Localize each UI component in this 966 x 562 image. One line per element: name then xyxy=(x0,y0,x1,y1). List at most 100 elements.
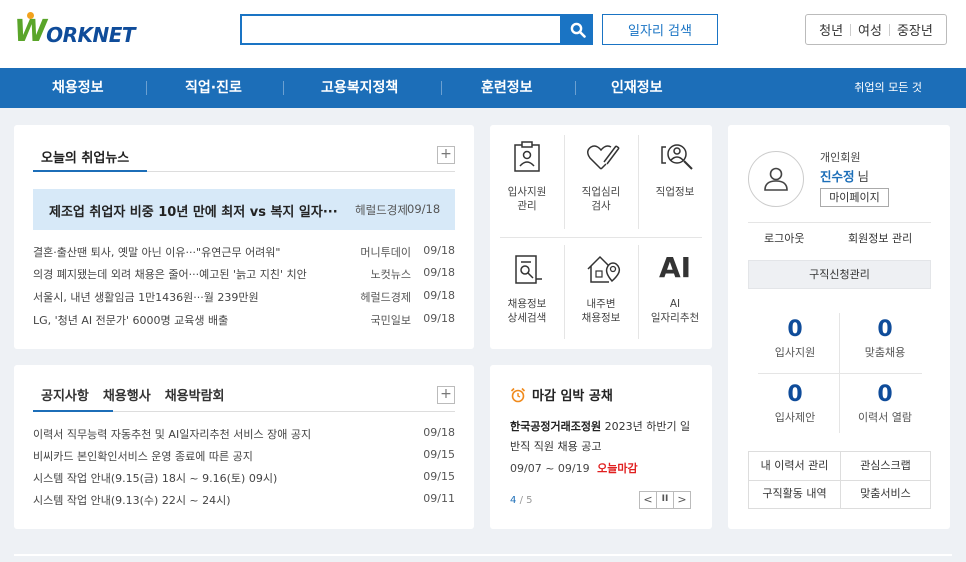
stat-value: 0 xyxy=(787,382,803,407)
deadline-job-posting[interactable]: 한국공정거래조정원 2023년 하반기 일반직 직원 채용 공고 xyxy=(510,417,700,457)
nav-item-talent[interactable]: 인재정보 xyxy=(611,68,663,108)
deadline-title-row: 마감 임박 공채 xyxy=(510,385,613,404)
news-item[interactable]: 의경 폐지됐는데 외려 채용은 줄어···예고된 '늙고 지친' 치안 노컷뉴스… xyxy=(33,266,455,282)
prev-button[interactable]: < xyxy=(639,491,657,509)
stat-label: 맞춤채용 xyxy=(864,346,906,359)
deadline-org: 한국공정거래조정원 xyxy=(510,420,602,433)
news-item-source: 머니투데이 xyxy=(360,246,411,259)
target-middleaged-link[interactable]: 중장년 xyxy=(897,20,933,39)
mypage-button[interactable]: 마이페이지 xyxy=(820,188,889,207)
search-box xyxy=(240,14,562,45)
my-resume-link[interactable]: 내 이력서 관리 xyxy=(749,452,840,480)
job-search-button[interactable]: 일자리 검색 xyxy=(602,14,718,45)
profile-panel: 개인회원 진수정 님 마이페이지 로그아웃 회원정보 관리 구직신청관리 0 입사… xyxy=(728,125,950,529)
clipboard-person-icon xyxy=(514,141,540,172)
deadline-page-indicator: 4 / 5 xyxy=(510,495,532,506)
custom-service-link[interactable]: 맞춤서비스 xyxy=(840,480,931,508)
nav-divider xyxy=(575,81,576,95)
member-info-link[interactable]: 회원정보 관리 xyxy=(848,230,912,246)
headline-source: 헤럴드경제 xyxy=(355,203,408,217)
service-job-info[interactable]: 직업정보 xyxy=(638,125,712,235)
job-request-management-button[interactable]: 구직신청관리 xyxy=(748,260,931,289)
house-location-icon xyxy=(587,255,621,283)
worknet-logo[interactable]: W ORKNET xyxy=(14,12,136,49)
notice-item[interactable]: 시스템 작업 안내(9.15(금) 18시 ~ 9.16(토) 09시) 09/… xyxy=(33,470,455,486)
news-item-title: 결혼·출산땐 퇴사, 옛말 아닌 이유···"유연근무 어려워" xyxy=(33,246,281,259)
news-item-source: 노컷뉴스 xyxy=(370,268,411,281)
deadline-panel: 마감 임박 공채 한국공정거래조정원 2023년 하반기 일반직 직원 채용 공… xyxy=(490,365,712,529)
quick-links-grid: 내 이력서 관리 관심스크랩 구직활동 내역 맞춤서비스 xyxy=(748,451,931,509)
nav-divider xyxy=(146,81,147,95)
stat-value: 0 xyxy=(877,317,893,342)
nav-all-about-jobs-link[interactable]: 취업의 모든 것 xyxy=(854,68,922,108)
tab-notices[interactable]: 공지사항 xyxy=(41,385,89,404)
next-button[interactable]: > xyxy=(673,491,691,509)
member-type: 개인회원 xyxy=(820,151,861,164)
divider xyxy=(888,23,890,36)
news-item-date: 09/18 xyxy=(423,312,455,325)
job-activity-link[interactable]: 구직활동 내역 xyxy=(749,480,840,508)
pause-button[interactable]: II xyxy=(656,491,674,509)
tab-job-fairs[interactable]: 채용박람회 xyxy=(165,385,225,404)
news-more-button[interactable]: + xyxy=(437,146,455,164)
search-button[interactable] xyxy=(562,14,593,45)
news-headline[interactable]: 제조업 취업자 비중 10년 만에 최저 vs 복지 일자··· 헤럴드경제 0… xyxy=(33,189,455,230)
main-nav: 채용정보 직업·진로 고용복지정책 훈련정보 인재정보 취업의 모든 것 xyxy=(0,68,966,108)
nav-divider xyxy=(283,81,284,95)
service-psych-test[interactable]: 직업심리 검사 xyxy=(564,125,638,235)
divider xyxy=(748,222,931,223)
search-icon xyxy=(570,22,586,38)
search-input[interactable] xyxy=(242,16,560,43)
news-item[interactable]: 서울시, 내년 생활임금 1만1436원···월 239만원 헤럴드경제 09/… xyxy=(33,289,455,305)
service-label: 직업정보 xyxy=(655,186,695,198)
nav-item-welfare[interactable]: 고용복지정책 xyxy=(321,68,398,108)
logo-w: W xyxy=(14,14,47,49)
news-item-date: 09/18 xyxy=(423,266,455,279)
stat-label: 입사제안 xyxy=(774,411,816,424)
nav-item-training[interactable]: 훈련정보 xyxy=(481,68,533,108)
deadline-period: 09/07 ~ 09/19 xyxy=(510,462,590,475)
divider xyxy=(850,23,852,36)
service-label: 채용정보 상세검색 xyxy=(507,298,547,324)
notice-item-date: 09/11 xyxy=(423,492,455,505)
nav-item-career[interactable]: 직업·진로 xyxy=(185,68,242,108)
nav-item-jobs[interactable]: 채용정보 xyxy=(52,68,104,108)
target-women-link[interactable]: 여성 xyxy=(858,20,882,39)
news-title[interactable]: 오늘의 취업뉴스 xyxy=(41,147,129,166)
service-application-management[interactable]: 입사지원 관리 xyxy=(490,125,564,235)
notice-item[interactable]: 시스템 작업 안내(9.13(수) 22시 ~ 24시) 09/11 xyxy=(33,492,455,508)
stat-applications[interactable]: 0 입사지원 xyxy=(750,318,840,360)
tab-hiring-events[interactable]: 채용행사 xyxy=(103,385,151,404)
avatar xyxy=(748,151,804,207)
news-item[interactable]: LG, '청년 AI 전문가' 6000명 교육생 배출 국민일보 09/18 xyxy=(33,312,455,328)
logout-link[interactable]: 로그아웃 xyxy=(764,230,804,246)
stat-resume-views[interactable]: 0 이력서 열람 xyxy=(840,383,930,425)
notice-item[interactable]: 이력서 직무능력 자동추천 및 AI일자리추천 서비스 장애 공지 09/18 xyxy=(33,426,455,442)
news-item-title: 서울시, 내년 생활임금 1만1436원···월 239만원 xyxy=(33,291,259,304)
stat-offers[interactable]: 0 입사제안 xyxy=(750,383,840,425)
service-ai-recommend[interactable]: AI AI 일자리추천 xyxy=(638,237,712,347)
notice-item-title: 시스템 작업 안내(9.15(금) 18시 ~ 9.16(토) 09시) xyxy=(33,472,278,485)
deadline-pager-controls: < II > xyxy=(639,491,691,509)
target-youth-link[interactable]: 청년 xyxy=(819,20,843,39)
news-item-date: 09/18 xyxy=(423,244,455,257)
deadline-period-row: 09/07 ~ 09/19 오늘마감 xyxy=(510,460,638,476)
notice-item[interactable]: 비씨카드 본인확인서비스 운영 종료에 따른 공지 09/15 xyxy=(33,448,455,464)
stat-label: 입사지원 xyxy=(774,346,816,359)
page-total: / 5 xyxy=(519,495,533,506)
notice-item-date: 09/15 xyxy=(423,470,455,483)
heart-pencil-icon xyxy=(587,145,620,170)
stat-label: 이력서 열람 xyxy=(857,411,913,424)
notice-item-date: 09/15 xyxy=(423,448,455,461)
notice-more-button[interactable]: + xyxy=(437,386,455,404)
headline-date: 09/18 xyxy=(407,202,441,216)
stat-matched-jobs[interactable]: 0 맞춤채용 xyxy=(840,318,930,360)
scrap-link[interactable]: 관심스크랩 xyxy=(840,452,931,480)
notice-item-title: 시스템 작업 안내(9.13(수) 22시 ~ 24시) xyxy=(33,494,231,507)
service-nearby-jobs[interactable]: 내주변 채용정보 xyxy=(564,237,638,347)
active-underline xyxy=(33,170,147,172)
service-detailed-search[interactable]: 채용정보 상세검색 xyxy=(490,237,564,347)
page-current: 4 xyxy=(510,495,517,506)
news-item[interactable]: 결혼·출산땐 퇴사, 옛말 아닌 이유···"유연근무 어려워" 머니투데이 0… xyxy=(33,244,455,260)
news-item-source: 헤럴드경제 xyxy=(360,291,411,304)
